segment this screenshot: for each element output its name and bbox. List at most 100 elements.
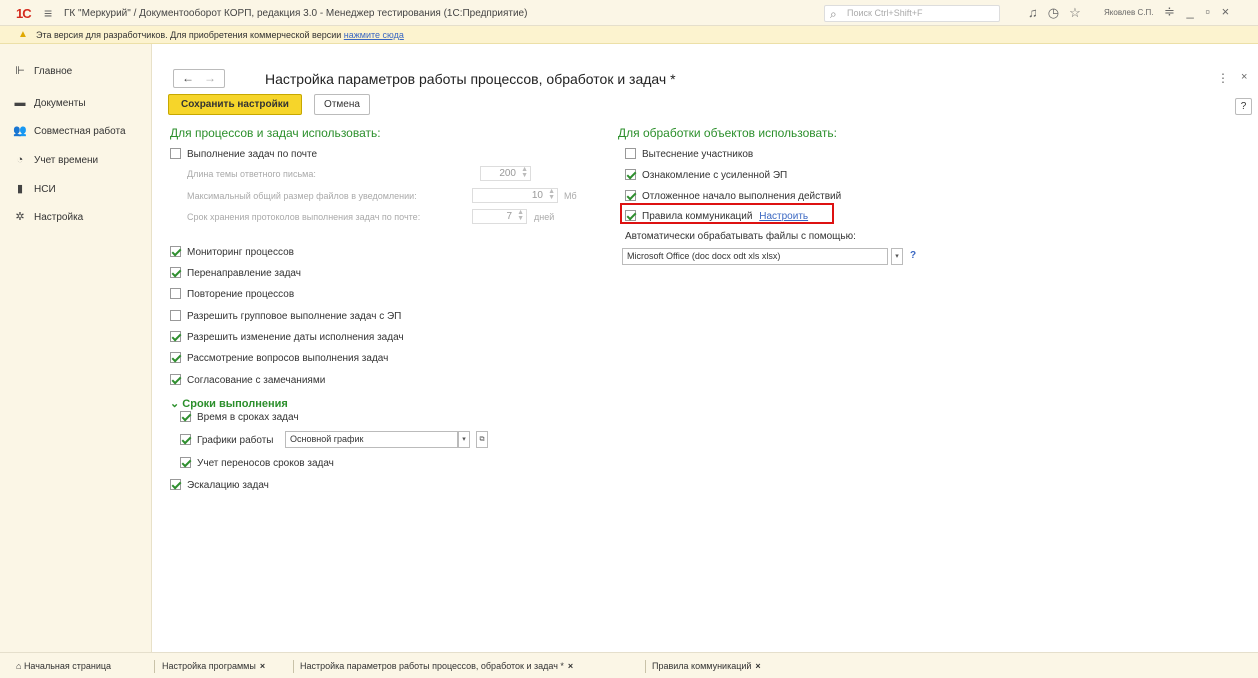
history-icon[interactable]: ◷	[1048, 5, 1069, 20]
save-button[interactable]: Сохранить настройки	[168, 94, 302, 115]
log-term-field[interactable]: 7 ▲ ▼	[472, 209, 527, 224]
tab-program-settings[interactable]: Настройка программы ×	[162, 661, 265, 671]
warning-link[interactable]: нажмите сюда	[344, 30, 404, 40]
close-tab-icon[interactable]: ×	[260, 661, 265, 671]
folder-icon: ▬	[14, 97, 26, 109]
option-group-execution[interactable]: Разрешить групповое выполнение задач с Э…	[170, 310, 401, 324]
sidebar-item-nsi[interactable]: ▮ НСИ	[12, 182, 56, 198]
option-time-in-terms[interactable]: Время в сроках задач	[180, 411, 299, 425]
max-size-field[interactable]: 10 ▲ ▼	[472, 188, 558, 203]
configure-link[interactable]: Настроить	[759, 211, 808, 222]
reply-length-field[interactable]: 200 ▲ ▼	[480, 166, 531, 181]
home-tab-icon: ⌂	[16, 661, 24, 671]
user-name[interactable]: Яковлев С.П.	[1104, 8, 1153, 17]
tab-separator	[645, 660, 646, 673]
main-content: ← → Настройка параметров работы процессо…	[153, 44, 1258, 652]
checkbox[interactable]	[625, 148, 636, 159]
toolbar-icons: ♫◷☆	[1028, 5, 1091, 21]
mail-tasks-checkbox[interactable]	[170, 148, 181, 159]
sidebar-item-settings[interactable]: ✲ Настройка	[12, 210, 83, 226]
option-deferred-start[interactable]: Отложенное начало выполнения действий	[625, 190, 841, 204]
developer-warning-bar: ▲ Эта версия для разработчиков. Для прио…	[0, 26, 1258, 44]
nav-buttons: ← →	[173, 69, 225, 88]
checkbox[interactable]	[625, 210, 636, 221]
checkbox[interactable]	[625, 169, 636, 180]
option-process-monitoring[interactable]: Мониторинг процессов	[170, 246, 294, 260]
help-button[interactable]: ?	[1235, 98, 1252, 115]
sidebar-item-documents[interactable]: ▬ Документы	[12, 97, 86, 113]
checkbox[interactable]	[170, 246, 181, 257]
app-logo[interactable]: 1С	[16, 6, 32, 21]
checkbox[interactable]	[170, 288, 181, 299]
sidebar-item-time[interactable]: ◔ Учет времени	[12, 154, 98, 170]
tab-process-settings[interactable]: Настройка параметров работы процессов, о…	[300, 661, 573, 671]
option-work-schedules[interactable]: Графики работы	[180, 434, 274, 448]
log-term-unit: дней	[534, 212, 555, 222]
tab-separator	[154, 660, 155, 673]
star-icon[interactable]: ☆	[1069, 5, 1091, 20]
close-icon[interactable]: ×	[1241, 71, 1247, 83]
search-icon: ⌕	[830, 7, 837, 21]
auto-files-label: Автоматически обрабатывать файлы с помощ…	[625, 231, 856, 242]
close-tab-icon[interactable]: ×	[755, 661, 760, 671]
max-size-unit: Мб	[564, 191, 577, 201]
window-title: ГК "Меркурий" / Документооборот КОРП, ре…	[64, 8, 528, 19]
warning-icon: ▲	[18, 29, 28, 40]
minimize-icon[interactable]: _	[1187, 4, 1194, 19]
option-escalation[interactable]: Эскалацию задач	[170, 479, 269, 493]
auto-files-select[interactable]: Microsoft Office (doc docx odt xls xlsx)	[622, 248, 888, 265]
log-term-label: Срок хранения протоколов выполнения зада…	[187, 212, 421, 222]
stepper-icon[interactable]: ▲ ▼	[548, 188, 555, 201]
sidebar: ⊩ Главное ▬ Документы 👥 Совместная работа ◔…	[0, 44, 152, 652]
option-term-transfers[interactable]: Учет переносов сроков задач	[180, 457, 334, 471]
checkbox[interactable]	[180, 434, 191, 445]
back-icon[interactable]: ←	[182, 71, 194, 85]
gear-icon: ✲	[15, 211, 25, 223]
more-icon[interactable]: ⋮	[1217, 71, 1229, 85]
checkbox[interactable]	[170, 374, 181, 385]
sidebar-item-main[interactable]: ⊩ Главное	[12, 64, 72, 80]
checkbox[interactable]	[170, 352, 181, 363]
people-icon: 👥	[13, 125, 27, 137]
bell-icon[interactable]: ♫	[1028, 5, 1048, 20]
option-enhanced-signature[interactable]: Ознакомление с усиленной ЭП	[625, 169, 787, 183]
option-communication-rules[interactable]: Правила коммуникаций Настроить	[625, 210, 808, 224]
open-icon[interactable]: ⧉	[476, 431, 488, 448]
close-window-icon[interactable]: ×	[1222, 4, 1230, 19]
forward-icon[interactable]: →	[204, 71, 216, 85]
sidebar-item-collaboration[interactable]: 👥 Совместная работа	[12, 124, 125, 140]
cancel-button[interactable]: Отмена	[314, 94, 370, 115]
option-date-change[interactable]: Разрешить изменение даты исполнения зада…	[170, 331, 404, 345]
search-input[interactable]: ⌕ Поиск Ctrl+Shift+F	[824, 5, 1000, 22]
checkbox[interactable]	[170, 267, 181, 278]
option-task-redirect[interactable]: Перенаправление задач	[170, 267, 301, 281]
menu-icon[interactable]: ≡	[44, 5, 52, 21]
checkbox[interactable]	[180, 457, 191, 468]
schedule-select[interactable]: Основной график	[285, 431, 458, 448]
option-participant-displacement[interactable]: Вытеснение участников	[625, 148, 753, 162]
maximize-icon[interactable]: ▫	[1205, 4, 1210, 19]
option-remarks-approval[interactable]: Согласование с замечаниями	[170, 374, 325, 388]
deadlines-group-header[interactable]: ⌄ Сроки выполнения	[170, 397, 288, 410]
dropdown-icon[interactable]: ▾	[458, 431, 470, 448]
checkbox[interactable]	[170, 331, 181, 342]
close-tab-icon[interactable]: ×	[568, 661, 573, 671]
stepper-icon[interactable]: ▲ ▼	[517, 209, 524, 222]
checkbox[interactable]	[170, 479, 181, 490]
home-icon: ⊩	[15, 65, 25, 77]
settings-icon[interactable]: ≑	[1164, 4, 1175, 19]
checkbox[interactable]	[170, 310, 181, 321]
dropdown-icon[interactable]: ▾	[891, 248, 903, 265]
reply-length-label: Длина темы ответного письма:	[187, 169, 316, 179]
option-process-repeat[interactable]: Повторение процессов	[170, 288, 294, 302]
stepper-icon[interactable]: ▲ ▼	[521, 166, 528, 179]
checkbox[interactable]	[625, 190, 636, 201]
tab-communication-rules[interactable]: Правила коммуникаций ×	[652, 661, 761, 671]
tab-home[interactable]: ⌂ Начальная страница	[16, 661, 111, 671]
option-questions-review[interactable]: Рассмотрение вопросов выполнения задач	[170, 352, 388, 366]
processes-section-header: Для процессов и задач использовать:	[170, 126, 381, 140]
title-bar: 1С ≡ ГК "Меркурий" / Документооборот КОР…	[0, 0, 1258, 26]
checkbox[interactable]	[180, 411, 191, 422]
auto-files-help[interactable]: ?	[910, 250, 916, 264]
mail-tasks-option[interactable]: Выполнение задач по почте	[170, 148, 317, 162]
